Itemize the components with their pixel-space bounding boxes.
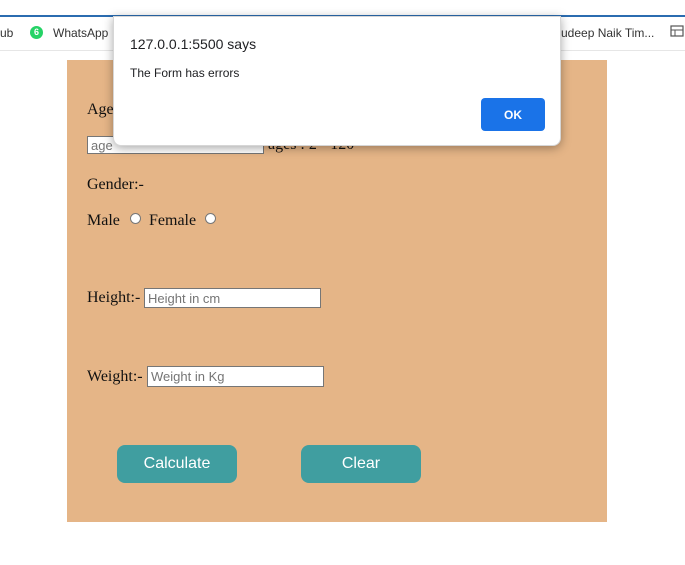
ok-button[interactable]: OK <box>481 98 545 131</box>
bookmark-whatsapp[interactable]: WhatsApp <box>53 26 108 40</box>
bookmark-pradeep[interactable]: rudeep Naik Tim... <box>557 26 654 40</box>
whatsapp-icon: 6 <box>30 26 43 39</box>
female-label: Female <box>149 212 197 229</box>
male-label: Male <box>87 212 120 229</box>
reading-list-icon[interactable] <box>670 24 684 38</box>
bookmark-github[interactable]: ub <box>0 26 13 40</box>
weight-label: Weight:- <box>87 368 143 385</box>
height-input[interactable] <box>144 288 321 308</box>
weight-input[interactable] <box>147 366 324 387</box>
gender-label: Gender:- <box>87 176 144 193</box>
male-radio[interactable] <box>130 213 141 224</box>
alert-title: 127.0.0.1:5500 says <box>130 36 257 52</box>
alert-dialog: 127.0.0.1:5500 says The Form has errors … <box>113 16 561 146</box>
alert-message: The Form has errors <box>130 66 240 80</box>
height-label: Height:- <box>87 289 141 306</box>
clear-button[interactable]: Clear <box>301 445 421 483</box>
age-label: Age <box>87 101 114 118</box>
female-radio[interactable] <box>205 213 216 224</box>
calculate-button[interactable]: Calculate <box>117 445 237 483</box>
